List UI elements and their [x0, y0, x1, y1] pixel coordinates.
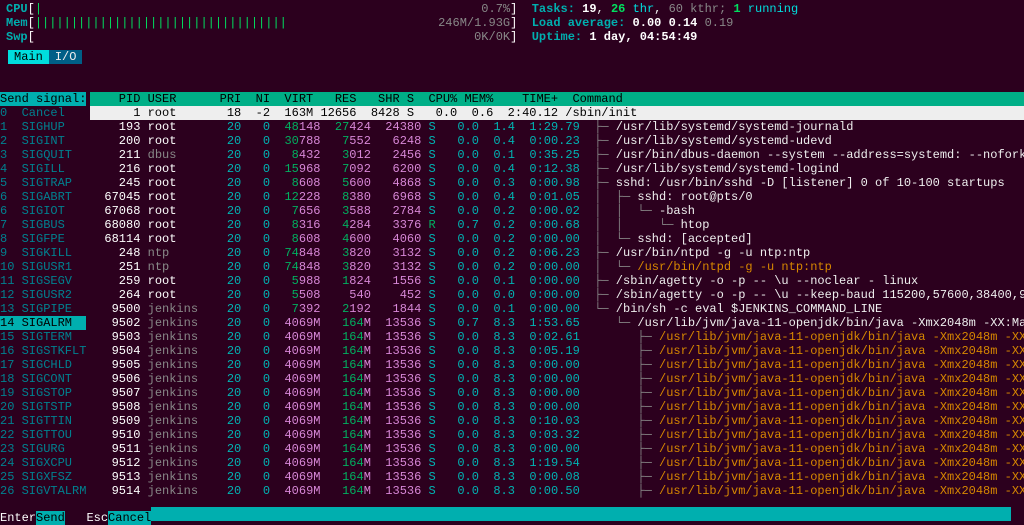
process-row[interactable]: 9514 jenkins 20 0 4069M 164M 13536 S 0.0…	[90, 484, 1024, 498]
signal-item[interactable]: 11 SIGSEGV	[0, 274, 86, 288]
process-row[interactable]: 9508 jenkins 20 0 4069M 164M 13536 S 0.0…	[90, 400, 1024, 414]
process-row[interactable]: 200 root 20 0 30788 7552 6248 S 0.0 0.4 …	[90, 134, 1024, 148]
process-row[interactable]: 248 ntp 20 0 74848 3820 3132 S 0.0 0.2 0…	[90, 246, 1024, 260]
system-meters: CPU[| 0.7%] Tasks: 19, 26 thr, 60 kthr; …	[0, 0, 1024, 48]
signal-item[interactable]: 24 SIGXCPU	[0, 456, 86, 470]
signal-item[interactable]: 17 SIGCHLD	[0, 358, 86, 372]
process-row[interactable]: 9509 jenkins 20 0 4069M 164M 13536 S 0.0…	[90, 414, 1024, 428]
signal-item[interactable]: 22 SIGTTOU	[0, 428, 86, 442]
process-row[interactable]: 245 root 20 0 8608 5600 4868 S 0.0 0.3 0…	[90, 176, 1024, 190]
signal-panel-title: Send signal:	[0, 92, 86, 106]
process-row[interactable]: 67068 root 20 0 7656 3588 2784 S 0.0 0.2…	[90, 204, 1024, 218]
bottom-bar: EnterSend EscCancel	[0, 507, 1024, 525]
signal-item[interactable]: 16 SIGSTKFLT	[0, 344, 86, 358]
process-row[interactable]: 259 root 20 0 5988 1824 1556 S 0.0 0.1 0…	[90, 274, 1024, 288]
signal-item[interactable]: 14 SIGALRM	[0, 316, 86, 330]
process-row[interactable]: 9502 jenkins 20 0 4069M 164M 13536 S 0.7…	[90, 316, 1024, 330]
tab-bar: MainI/O	[0, 50, 1024, 64]
signal-item[interactable]: 10 SIGUSR1	[0, 260, 86, 274]
signal-item[interactable]: 2 SIGINT	[0, 134, 86, 148]
signal-item[interactable]: 8 SIGFPE	[0, 232, 86, 246]
process-row[interactable]: 1 root 18 -2 163M 12656 8428 S 0.0 0.6 2…	[90, 106, 1024, 120]
process-table: PID USER PRI NI VIRT RES SHR S CPU% MEM%…	[90, 92, 1024, 498]
signal-item[interactable]: 6 SIGABRT	[0, 190, 86, 204]
action-cancel[interactable]: Cancel	[108, 511, 151, 525]
process-row[interactable]: 9505 jenkins 20 0 4069M 164M 13536 S 0.0…	[90, 358, 1024, 372]
key-esc[interactable]: Esc	[86, 511, 108, 525]
signal-item[interactable]: 4 SIGILL	[0, 162, 86, 176]
signal-panel: Send signal: 0 Cancel 1 SIGHUP 2 SIGINT …	[0, 92, 86, 498]
process-row[interactable]: 9500 jenkins 20 0 7392 2192 1844 S 0.0 0…	[90, 302, 1024, 316]
process-row[interactable]: 9506 jenkins 20 0 4069M 164M 13536 S 0.0…	[90, 372, 1024, 386]
process-row[interactable]: 9503 jenkins 20 0 4069M 164M 13536 S 0.0…	[90, 330, 1024, 344]
column-headers[interactable]: PID USER PRI NI VIRT RES SHR S CPU% MEM%…	[90, 92, 1024, 106]
process-row[interactable]: 9512 jenkins 20 0 4069M 164M 13536 S 0.0…	[90, 456, 1024, 470]
signal-item[interactable]: 21 SIGTTIN	[0, 414, 86, 428]
process-row[interactable]: 216 root 20 0 15968 7092 6200 S 0.0 0.4 …	[90, 162, 1024, 176]
swp-meter: Swp[ 0K/0K] Uptime: 1 day, 04:54:49	[6, 30, 1018, 44]
process-row[interactable]: 9511 jenkins 20 0 4069M 164M 13536 S 0.0…	[90, 442, 1024, 456]
process-row[interactable]: 68080 root 20 0 8316 4284 3376 R 0.7 0.2…	[90, 218, 1024, 232]
signal-item[interactable]: 9 SIGKILL	[0, 246, 86, 260]
signal-item[interactable]: 20 SIGTSTP	[0, 400, 86, 414]
signal-item[interactable]: 1 SIGHUP	[0, 120, 86, 134]
cpu-meter: CPU[| 0.7%] Tasks: 19, 26 thr, 60 kthr; …	[6, 2, 1018, 16]
tab-main[interactable]: Main	[8, 50, 49, 64]
signal-item[interactable]: 13 SIGPIPE	[0, 302, 86, 316]
tab-io[interactable]: I/O	[49, 50, 83, 64]
signal-item[interactable]: 6 SIGIOT	[0, 204, 86, 218]
signal-item[interactable]: 5 SIGTRAP	[0, 176, 86, 190]
process-row[interactable]: 68114 root 20 0 8608 4600 4060 S 0.0 0.2…	[90, 232, 1024, 246]
signal-item[interactable]: 18 SIGCONT	[0, 372, 86, 386]
signal-item[interactable]: 23 SIGURG	[0, 442, 86, 456]
process-row[interactable]: 9510 jenkins 20 0 4069M 164M 13536 S 0.0…	[90, 428, 1024, 442]
mem-meter: Mem[||||||||||||||||||||||||||||||||||| …	[6, 16, 1018, 30]
process-row[interactable]: 211 dbus 20 0 8432 3012 2456 S 0.0 0.1 0…	[90, 148, 1024, 162]
signal-item[interactable]: 12 SIGUSR2	[0, 288, 86, 302]
signal-item[interactable]: 3 SIGQUIT	[0, 148, 86, 162]
signal-item[interactable]: 0 Cancel	[0, 106, 86, 120]
signal-item[interactable]: 15 SIGTERM	[0, 330, 86, 344]
process-row[interactable]: 9504 jenkins 20 0 4069M 164M 13536 S 0.0…	[90, 344, 1024, 358]
signal-item[interactable]: 19 SIGSTOP	[0, 386, 86, 400]
signal-item[interactable]: 26 SIGVTALRM	[0, 484, 86, 498]
signal-item[interactable]: 7 SIGBUS	[0, 218, 86, 232]
signal-item[interactable]: 25 SIGXFSZ	[0, 470, 86, 484]
process-row[interactable]: 67045 root 20 0 12228 8380 6968 S 0.0 0.…	[90, 190, 1024, 204]
process-row[interactable]: 193 root 20 0 48148 27424 24380 S 0.0 1.…	[90, 120, 1024, 134]
process-row[interactable]: 9513 jenkins 20 0 4069M 164M 13536 S 0.0…	[90, 470, 1024, 484]
action-send[interactable]: Send	[36, 511, 65, 525]
process-row[interactable]: 9507 jenkins 20 0 4069M 164M 13536 S 0.0…	[90, 386, 1024, 400]
process-row[interactable]: 251 ntp 20 0 74848 3820 3132 S 0.0 0.2 0…	[90, 260, 1024, 274]
process-row[interactable]: 264 root 20 0 5508 540 452 S 0.0 0.0 0:0…	[90, 288, 1024, 302]
key-enter[interactable]: Enter	[0, 511, 36, 525]
